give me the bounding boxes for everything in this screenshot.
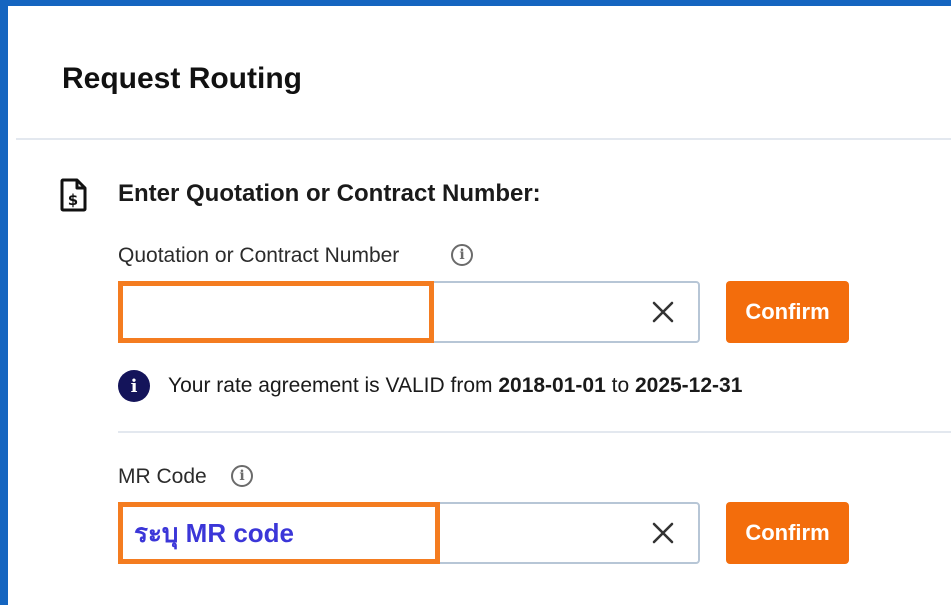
clear-icon[interactable] — [650, 299, 676, 325]
page-title: Request Routing — [62, 62, 302, 95]
mr-code-input-box — [118, 502, 700, 564]
validity-message: i Your rate agreement is VALID from 2018… — [118, 369, 742, 403]
clear-icon[interactable] — [650, 520, 676, 546]
validity-prefix: Your rate agreement is VALID from — [168, 374, 493, 397]
quotation-confirm-button[interactable]: Confirm — [726, 281, 849, 343]
section-heading: Enter Quotation or Contract Number: — [118, 180, 541, 207]
info-icon[interactable]: i — [451, 244, 473, 266]
quotation-input-box — [118, 281, 700, 343]
validity-end-date: 2025-12-31 — [634, 374, 743, 397]
info-icon[interactable]: i — [231, 465, 253, 487]
validity-start-date: 2018-01-01 — [498, 374, 606, 397]
validity-connector: to — [611, 374, 630, 397]
mr-code-confirm-button[interactable]: Confirm — [726, 502, 849, 564]
panel-header: Request Routing — [16, 12, 951, 140]
info-filled-icon: i — [118, 370, 150, 402]
annotation-highlight-box — [118, 281, 434, 343]
dollar-document-icon: $ — [60, 178, 87, 212]
section-divider — [118, 431, 951, 433]
svg-text:$: $ — [68, 191, 78, 209]
quotation-field-label: Quotation or Contract Number — [118, 244, 400, 267]
annotation-highlight-box — [118, 502, 440, 564]
mr-code-label: MR Code — [118, 465, 207, 488]
